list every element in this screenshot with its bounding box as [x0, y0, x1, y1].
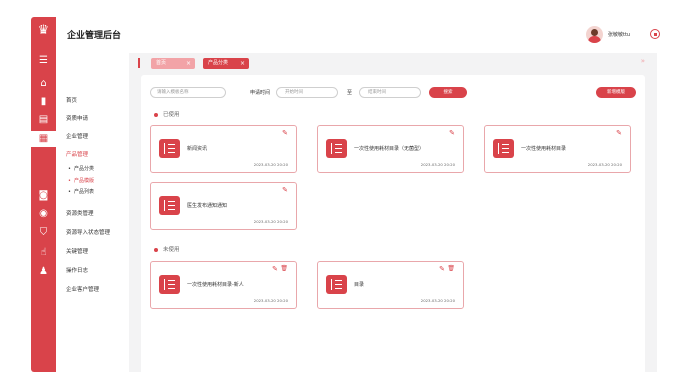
- user-icon[interactable]: ♟: [37, 265, 50, 278]
- app-window: ♛ ☰ ⌂ ▮ ▤ ▦ ◙ ◉ ⛉ ☝ ♟ 企业管理后台 张敏敏ttu 首页 资…: [31, 17, 660, 375]
- tab-home[interactable]: 首页 ×: [151, 58, 195, 69]
- logo-icon: ♛: [37, 23, 50, 38]
- search-button[interactable]: 搜索: [429, 87, 467, 98]
- sidebar-item-home[interactable]: 首页: [66, 96, 77, 104]
- template-card[interactable]: 目录 2023-03-20 20:20 ✎ 🗑: [317, 261, 464, 309]
- template-icon: [326, 139, 347, 158]
- template-time: 2023-03-20 20:20: [420, 298, 455, 303]
- tab-bar: 首页 × 产品分类 × »: [129, 53, 657, 73]
- shield-icon[interactable]: ⛉: [37, 226, 50, 239]
- chart-icon[interactable]: ▮: [37, 95, 50, 108]
- edit-icon[interactable]: ✎: [282, 129, 288, 137]
- template-time: 2023-03-20 20:20: [253, 162, 288, 167]
- sidebar-item-qualification[interactable]: 资质申请: [66, 114, 88, 122]
- sidebar-item-resources[interactable]: 资源类管理: [66, 209, 94, 217]
- grid-icon[interactable]: ▦: [31, 131, 56, 147]
- add-template-button[interactable]: 新增模版: [596, 87, 636, 98]
- template-name: 医生发布通知通知: [187, 203, 228, 209]
- template-card[interactable]: 医生发布通知通知 2023-03-20 20:20 ✎: [150, 182, 297, 230]
- template-time: 2023-03-20 20:20: [420, 162, 455, 167]
- template-card[interactable]: 一次性使用耗材目录 2023-03-20 20:20 ✎: [484, 125, 631, 173]
- trash-icon[interactable]: 🗑: [280, 265, 288, 273]
- template-icon: [326, 275, 347, 294]
- edit-icon[interactable]: ✎: [282, 186, 288, 194]
- date-label: 申请时间: [250, 90, 271, 96]
- sidebar-item-enterprise[interactable]: 企业管理: [66, 132, 88, 140]
- template-name: 目录: [354, 282, 365, 288]
- trash-icon[interactable]: 🗑: [447, 265, 455, 273]
- template-name: 一次性使用耗材目录（无菌型）: [354, 146, 425, 152]
- template-time: 2023-03-20 20:20: [587, 162, 622, 167]
- home-icon[interactable]: ⌂: [37, 77, 50, 90]
- tab-bar-marker: [138, 58, 140, 68]
- tab-product-category[interactable]: 产品分类 ×: [203, 58, 249, 69]
- sidebar-subitem-category[interactable]: 产品分类: [68, 165, 94, 172]
- sidebar: 首页 资质申请 企业管理 产品管理 产品分类 产品模版 产品列表 资源类管理 资…: [56, 53, 129, 372]
- end-date-field[interactable]: 结束时间: [359, 87, 421, 98]
- template-card[interactable]: 新闻资讯 2023-03-20 20:20 ✎: [150, 125, 297, 173]
- top-bar: 企业管理后台 张敏敏ttu: [56, 17, 660, 53]
- template-icon: [159, 139, 180, 158]
- sidebar-item-logs[interactable]: 操作日志: [66, 266, 88, 274]
- icon-rail: ♛ ☰ ⌂ ▮ ▤ ▦ ◙ ◉ ⛉ ☝ ♟: [31, 17, 56, 372]
- section-used: 已使用: [154, 110, 180, 118]
- sidebar-item-products[interactable]: 产品管理: [66, 150, 88, 158]
- template-icon: [493, 139, 514, 158]
- main-content: 首页 × 产品分类 × » 请输入模板名称 申请时间 开始时间 至 结束时间 搜…: [129, 53, 657, 375]
- close-icon[interactable]: ×: [240, 58, 245, 69]
- sidebar-subitem-template[interactable]: 产品模版: [68, 177, 94, 184]
- sidebar-item-keys[interactable]: 关键管理: [66, 247, 88, 255]
- section-unused: 未使用: [154, 245, 180, 253]
- content-panel: 请输入模板名称 申请时间 开始时间 至 结束时间 搜索 新增模版 已使用 新闻资…: [141, 75, 645, 375]
- template-name: 新闻资讯: [187, 146, 208, 152]
- template-card[interactable]: 一次性使用耗材目录（无菌型） 2023-03-20 20:20 ✎: [317, 125, 464, 173]
- edit-icon[interactable]: ✎: [616, 129, 622, 137]
- tab-home-label: 首页: [156, 60, 167, 66]
- username[interactable]: 张敏敏ttu: [608, 31, 630, 38]
- sidebar-item-customers[interactable]: 企业客户管理: [66, 285, 99, 293]
- app-title: 企业管理后台: [67, 31, 122, 41]
- box-icon[interactable]: ◙: [37, 189, 50, 202]
- template-icon: [159, 196, 180, 215]
- menu-icon[interactable]: ☰: [37, 54, 50, 67]
- date-separator: 至: [347, 90, 353, 96]
- compass-icon[interactable]: ◉: [37, 207, 50, 220]
- section-used-label: 已使用: [163, 112, 180, 118]
- pointer-icon[interactable]: ☝: [37, 246, 50, 259]
- template-time: 2023-03-20 20:20: [253, 298, 288, 303]
- template-card[interactable]: 一次性使用耗材目录-新人 2023-03-20 20:20 ✎ 🗑: [150, 261, 297, 309]
- avatar[interactable]: [586, 26, 603, 43]
- search-input[interactable]: 请输入模板名称: [150, 87, 226, 98]
- double-chevron-right-icon[interactable]: »: [641, 57, 645, 65]
- edit-icon[interactable]: ✎: [272, 265, 278, 273]
- template-time: 2023-03-20 20:20: [253, 219, 288, 224]
- section-unused-label: 未使用: [163, 247, 180, 253]
- close-icon[interactable]: ×: [186, 58, 191, 69]
- edit-icon[interactable]: ✎: [449, 129, 455, 137]
- template-name: 一次性使用耗材目录-新人: [187, 282, 244, 288]
- edit-icon[interactable]: ✎: [439, 265, 445, 273]
- tab-product-category-label: 产品分类: [208, 60, 229, 66]
- template-name: 一次性使用耗材目录: [521, 146, 567, 152]
- template-icon: [159, 275, 180, 294]
- start-date-field[interactable]: 开始时间: [276, 87, 338, 98]
- sidebar-subitem-list[interactable]: 产品列表: [68, 188, 94, 195]
- document-icon[interactable]: ▤: [37, 113, 50, 126]
- logout-icon[interactable]: [650, 29, 660, 39]
- sidebar-item-import-status[interactable]: 资源导入状态管理: [66, 228, 110, 236]
